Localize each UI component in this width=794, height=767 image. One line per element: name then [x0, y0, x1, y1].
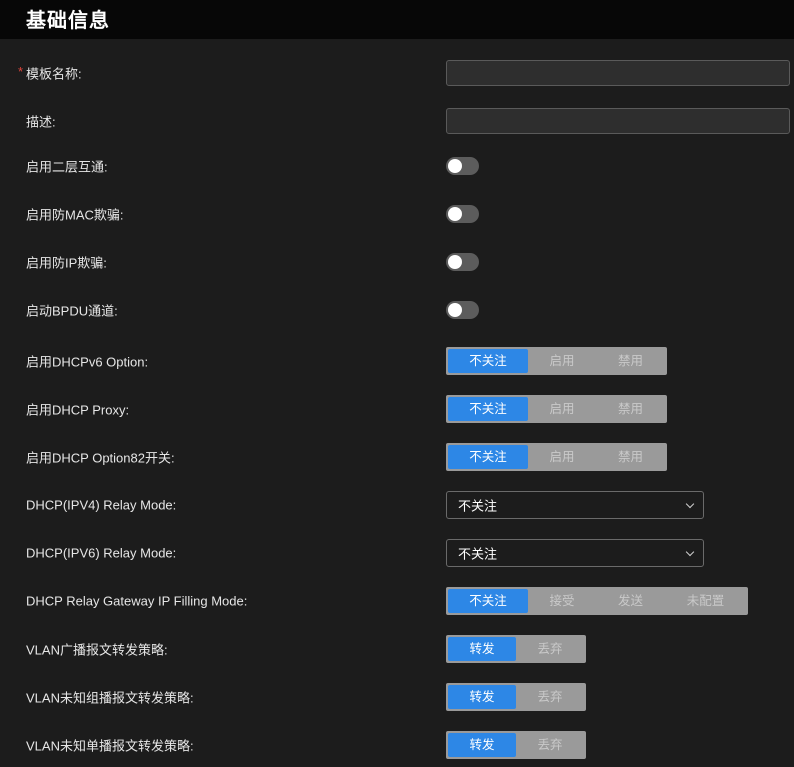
mac-spoof-toggle[interactable]: [446, 205, 479, 223]
required-mark: *: [18, 64, 24, 79]
segment-option-unconfigured[interactable]: 未配置: [665, 589, 746, 613]
segment-option-forward[interactable]: 转发: [448, 685, 516, 709]
form-row-dhcpv6-option: 启用DHCPv6 Option: 不关注 启用 禁用: [0, 341, 794, 381]
segment-option-ignore[interactable]: 不关注: [448, 349, 528, 373]
segment-option-discard[interactable]: 丢弃: [516, 685, 584, 709]
ipv4-relay-mode-select[interactable]: 不关注: [446, 491, 704, 519]
segment-option-disable[interactable]: 禁用: [596, 397, 665, 421]
segment-option-discard[interactable]: 丢弃: [516, 733, 584, 757]
dhcp-option82-segmented: 不关注 启用 禁用: [446, 443, 667, 471]
template-name-input[interactable]: [446, 60, 790, 86]
ipv4-relay-mode-label: DHCP(IPV4) Relay Mode:: [26, 497, 177, 513]
ipv6-relay-mode-label: DHCP(IPV6) Relay Mode:: [26, 545, 177, 561]
segment-option-ignore[interactable]: 不关注: [448, 589, 528, 613]
segment-option-ignore[interactable]: 不关注: [448, 397, 528, 421]
mac-spoof-label: 启用防MAC欺骗:: [26, 207, 124, 223]
ip-spoof-toggle[interactable]: [446, 253, 479, 271]
section-header: 基础信息: [0, 0, 794, 39]
select-value: 不关注: [458, 498, 498, 514]
form-row-mac-spoof: 启用防MAC欺骗:: [0, 194, 794, 234]
l2-interop-label: 启用二层互通:: [26, 159, 108, 175]
segment-option-accept[interactable]: 接受: [528, 589, 596, 613]
bpdu-label: 启动BPDU通道:: [26, 303, 118, 319]
vlan-broadcast-label: VLAN广播报文转发策略:: [26, 642, 168, 658]
form-row-ipv6-relay-mode: DHCP(IPV6) Relay Mode: 不关注: [0, 533, 794, 573]
dhcpv6-option-label: 启用DHCPv6 Option:: [26, 354, 149, 370]
dhcp-proxy-label: 启用DHCP Proxy:: [26, 402, 130, 418]
bpdu-toggle[interactable]: [446, 301, 479, 319]
dhcpv6-option-segmented: 不关注 启用 禁用: [446, 347, 667, 375]
section-title: 基础信息: [26, 10, 110, 32]
segment-option-forward[interactable]: 转发: [448, 637, 516, 661]
ip-spoof-label: 启用防IP欺骗:: [26, 255, 107, 271]
dhcp-proxy-segmented: 不关注 启用 禁用: [446, 395, 667, 423]
segment-option-send[interactable]: 发送: [596, 589, 665, 613]
form-row-vlan-unknown-unicast: VLAN未知单播报文转发策略: 转发 丢弃: [0, 725, 794, 765]
vlan-unknown-unicast-segmented: 转发 丢弃: [446, 731, 586, 759]
segment-option-disable[interactable]: 禁用: [596, 349, 665, 373]
form-row-ipv4-relay-mode: DHCP(IPV4) Relay Mode: 不关注: [0, 485, 794, 525]
form-row-template-name: * 模板名称:: [0, 53, 794, 93]
segment-option-forward[interactable]: 转发: [448, 733, 516, 757]
form-row-vlan-unknown-multicast: VLAN未知组播报文转发策略: 转发 丢弃: [0, 677, 794, 717]
segment-option-enable[interactable]: 启用: [528, 349, 596, 373]
relay-gateway-label: DHCP Relay Gateway IP Filling Mode:: [26, 593, 248, 609]
description-label: 描述:: [26, 114, 56, 130]
form-row-l2-interop: 启用二层互通:: [0, 146, 794, 186]
form-row-dhcp-proxy: 启用DHCP Proxy: 不关注 启用 禁用: [0, 389, 794, 429]
segment-option-disable[interactable]: 禁用: [596, 445, 665, 469]
description-input[interactable]: [446, 108, 790, 134]
form-row-description: 描述:: [0, 101, 794, 141]
toggle-knob: [448, 159, 462, 173]
l2-interop-toggle[interactable]: [446, 157, 479, 175]
ipv6-relay-mode-select[interactable]: 不关注: [446, 539, 704, 567]
select-value: 不关注: [458, 546, 498, 562]
vlan-unknown-multicast-label: VLAN未知组播报文转发策略:: [26, 690, 194, 706]
vlan-broadcast-segmented: 转发 丢弃: [446, 635, 586, 663]
segment-option-enable[interactable]: 启用: [528, 397, 596, 421]
toggle-knob: [448, 303, 462, 317]
form-row-dhcp-option82: 启用DHCP Option82开关: 不关注 启用 禁用: [0, 437, 794, 477]
form-row-relay-gateway: DHCP Relay Gateway IP Filling Mode: 不关注 …: [0, 581, 794, 621]
relay-gateway-segmented: 不关注 接受 发送 未配置: [446, 587, 748, 615]
segment-option-ignore[interactable]: 不关注: [448, 445, 528, 469]
toggle-knob: [448, 207, 462, 221]
segment-option-discard[interactable]: 丢弃: [516, 637, 584, 661]
chevron-down-icon: [685, 499, 695, 509]
vlan-unknown-unicast-label: VLAN未知单播报文转发策略:: [26, 738, 194, 754]
segment-option-enable[interactable]: 启用: [528, 445, 596, 469]
toggle-knob: [448, 255, 462, 269]
form-row-vlan-broadcast: VLAN广播报文转发策略: 转发 丢弃: [0, 629, 794, 669]
form-row-ip-spoof: 启用防IP欺骗:: [0, 242, 794, 282]
vlan-unknown-multicast-segmented: 转发 丢弃: [446, 683, 586, 711]
dhcp-option82-label: 启用DHCP Option82开关:: [26, 450, 175, 466]
chevron-down-icon: [685, 547, 695, 557]
template-name-label: 模板名称:: [26, 66, 82, 82]
form-row-bpdu: 启动BPDU通道:: [0, 290, 794, 330]
